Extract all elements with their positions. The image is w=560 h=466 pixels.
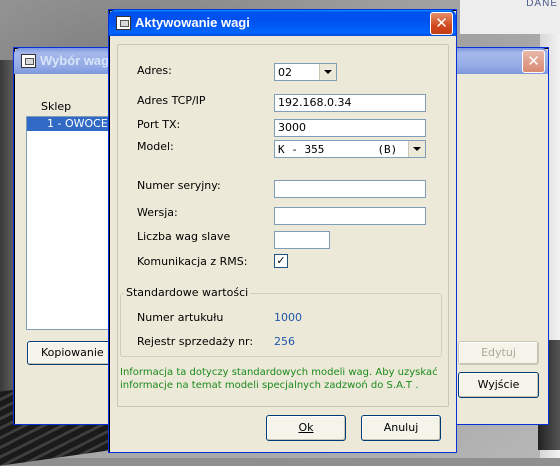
activate-scale-titlebar[interactable]: Aktywowanie wagi ✕ [109,10,456,36]
window-app-icon [116,16,131,30]
tcp-address-input[interactable]: 192.168.0.34 [274,94,426,112]
address-label: Adres: [137,64,172,77]
cancel-button[interactable]: Anuluj [361,415,441,441]
serial-number-label: Numer seryjny: [137,179,221,192]
sales-register-label: Rejestr sprzedaży nr: [137,335,254,348]
default-values-group-title: Standardowe wartości [124,286,251,299]
close-icon[interactable]: ✕ [430,12,453,35]
exit-button-label: Wyjście [477,378,520,391]
desktop-corner-text: DANE [526,0,558,9]
rms-communication-label: Komunikacja z RMS: [137,255,248,268]
scale-selection-title: Wybór wag [40,53,110,68]
chevron-down-icon[interactable] [319,64,336,80]
version-label: Wersja: [137,206,178,219]
article-number-value: 1000 [274,311,302,324]
model-select-value: K - 355 (B) [278,143,398,156]
shop-list[interactable]: 1 - OWOCE [26,116,112,330]
slave-count-label: Liczba wag slave [137,230,231,243]
serial-number-input[interactable] [274,180,426,198]
shop-list-label: Sklep [41,100,72,113]
port-tx-label: Port TX: [137,118,181,131]
slave-count-input[interactable] [274,231,330,249]
shop-list-item[interactable]: 1 - OWOCE [27,117,111,131]
model-select[interactable]: K - 355 (B) [274,140,426,158]
activate-scale-dialog: Aktywowanie wagi ✕ Adres: 02 Adres TCP/I… [108,9,457,453]
model-label: Model: [137,140,174,153]
shop-list-item-label: 1 - OWOCE [47,117,108,130]
info-text-line-1: Informacja ta dotyczy standardowych mode… [120,367,438,378]
article-number-label: Numer artukułu [137,311,224,324]
port-tx-input[interactable]: 3000 [274,119,426,137]
cancel-button-label: Anuluj [383,421,419,434]
edit-button[interactable]: Edytuj [458,341,539,365]
close-icon[interactable]: ✕ [522,50,545,73]
desktop-top-right-banner: DANE [460,0,560,34]
ok-button[interactable]: Ok [266,415,346,441]
version-input[interactable] [274,207,426,225]
exit-button[interactable]: Wyjście [458,372,539,398]
info-text-line-2: informacje na temat modeli specjalnych z… [120,380,419,391]
edit-button-label: Edytuj [481,346,516,359]
tcp-address-label: Adres TCP/IP [137,94,206,107]
window-app-icon [21,54,36,68]
address-select-value: 02 [278,66,292,79]
address-select[interactable]: 02 [274,63,337,81]
sales-register-value: 256 [274,335,295,348]
chevron-down-icon[interactable] [408,141,425,157]
rms-communication-checkbox[interactable]: ✓ [274,254,288,268]
activate-scale-title: Aktywowanie wagi [135,15,250,30]
ok-button-label: Ok [298,421,314,434]
